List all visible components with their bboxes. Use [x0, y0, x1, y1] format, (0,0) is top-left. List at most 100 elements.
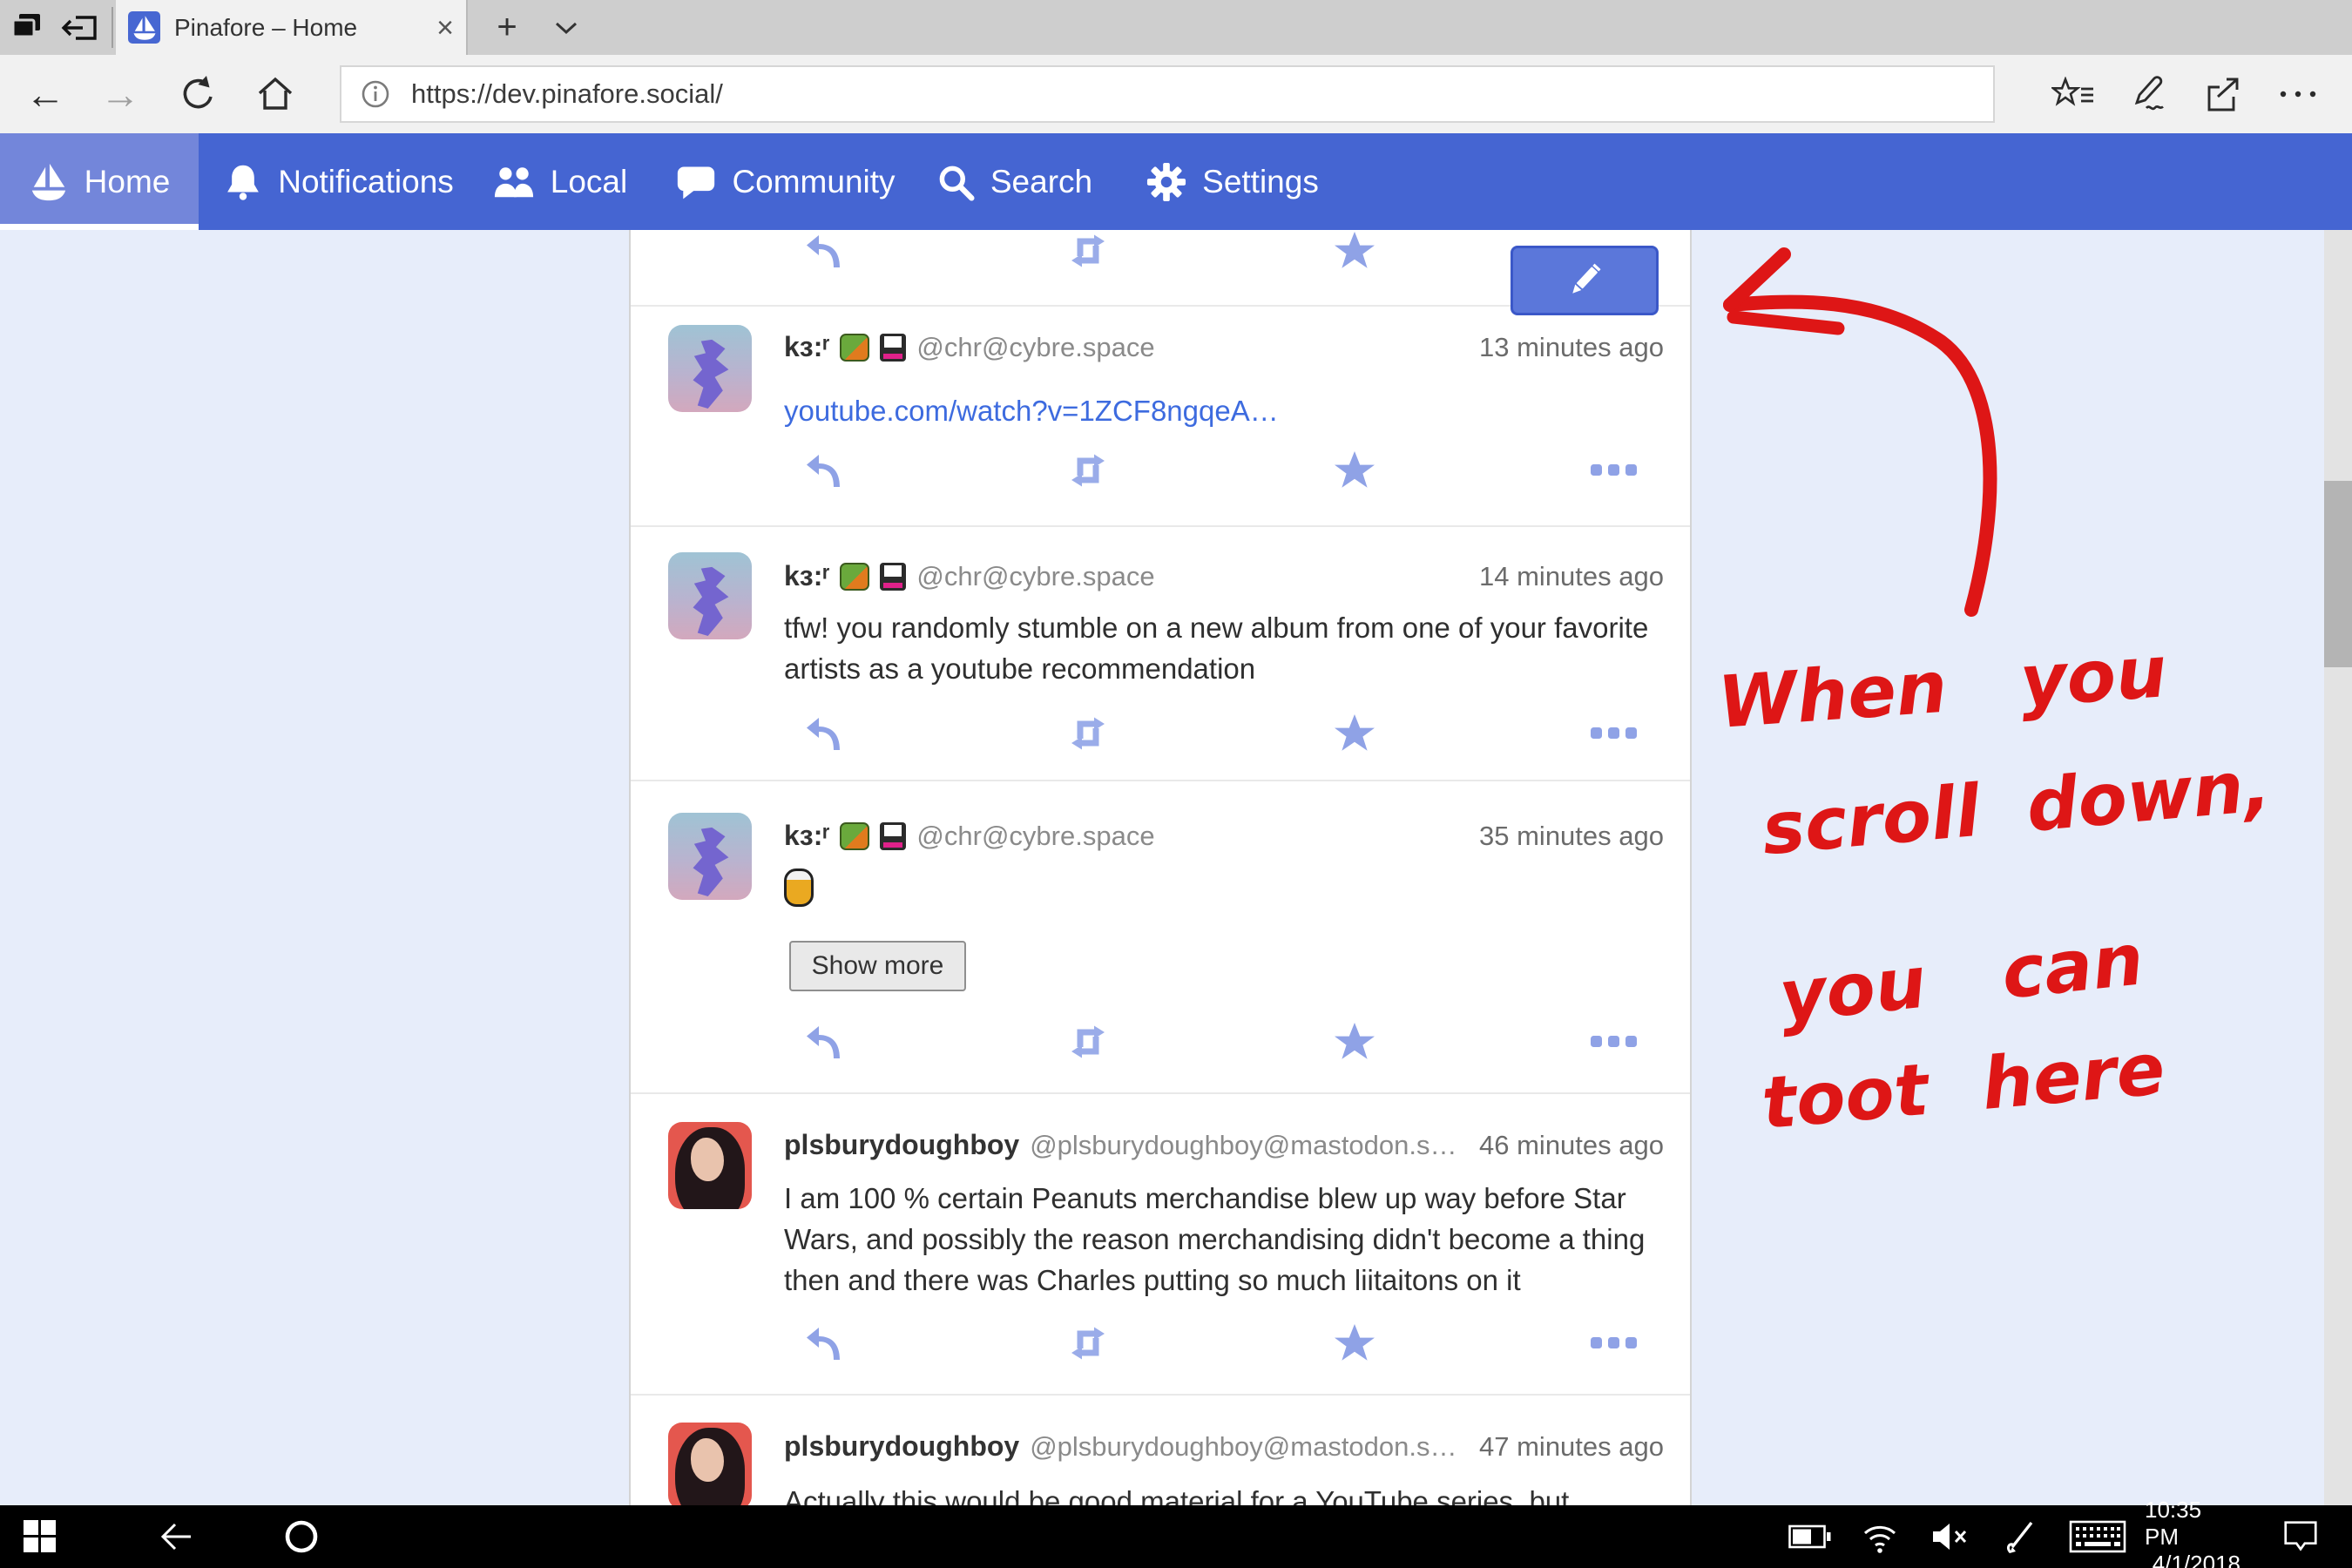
reply-button[interactable]: [798, 230, 850, 272]
beverage-emoji: [784, 868, 814, 907]
favorite-button[interactable]: [1328, 449, 1381, 491]
boost-button[interactable]: [1062, 449, 1114, 491]
muted-speaker-icon: [1929, 1519, 1970, 1554]
windows-logo-icon: [24, 1520, 57, 1553]
settings-more-button[interactable]: [2261, 55, 2335, 133]
avatar[interactable]: [668, 552, 752, 639]
refresh-button[interactable]: [164, 55, 233, 133]
reply-button[interactable]: [798, 1322, 850, 1364]
dragon-emoji: [840, 334, 869, 362]
address-bar[interactable]: https://dev.pinafore.social/: [340, 65, 1995, 123]
display-name[interactable]: plsburydoughboy: [784, 1129, 1019, 1161]
dragon-emoji: [840, 822, 869, 850]
tabs-set-aside-button[interactable]: [54, 0, 106, 55]
taskbar: 10:35 PM 4/1/2018: [0, 1505, 2352, 1568]
nav-label-settings: Settings: [1202, 164, 1319, 200]
back-button[interactable]: ←: [10, 55, 80, 133]
touch-keyboard-button[interactable]: [2061, 1505, 2134, 1568]
tabs-set-aside-icon: [60, 9, 100, 47]
site-info-icon[interactable]: [361, 79, 390, 109]
boost-button[interactable]: [1062, 230, 1114, 272]
favorite-button[interactable]: [1328, 713, 1381, 754]
tab-pinafore-home[interactable]: Pinafore – Home ×: [116, 0, 466, 55]
compose-toot-button[interactable]: [1511, 246, 1659, 315]
nav-item-home[interactable]: Home: [0, 133, 199, 230]
nav-item-local[interactable]: Local: [477, 133, 643, 230]
favorites-button[interactable]: [2037, 55, 2110, 133]
share-button[interactable]: [2186, 55, 2260, 133]
pen-tray-button[interactable]: [1993, 1505, 2049, 1568]
boost-button[interactable]: [1062, 1021, 1114, 1063]
toot-options-button[interactable]: [1587, 449, 1639, 491]
toot-item: kз:ʳ @chr@cybre.space 13 minutes ago you…: [631, 307, 1690, 527]
toot-timestamp[interactable]: 47 minutes ago: [1479, 1431, 1664, 1463]
nav-item-settings[interactable]: Settings: [1132, 133, 1333, 230]
nav-label-notifications: Notifications: [278, 164, 454, 200]
toot-timestamp[interactable]: 13 minutes ago: [1479, 332, 1664, 363]
display-name[interactable]: kз:ʳ: [784, 560, 829, 592]
tab-close-icon[interactable]: ×: [436, 13, 454, 43]
scrollbar-thumb[interactable]: [2324, 481, 2352, 667]
account-handle[interactable]: @chr@cybre.space: [916, 561, 1154, 592]
toot-content-link[interactable]: youtube.com/watch?v=1ZCF8ngqeA…: [784, 395, 1279, 427]
battery-tray-button[interactable]: [1782, 1505, 1838, 1568]
toot-options-button[interactable]: [1587, 713, 1639, 754]
favorite-button[interactable]: [1328, 1021, 1381, 1063]
browser-tab-strip: Pinafore – Home × +: [0, 0, 2352, 55]
nav-item-community[interactable]: Community: [664, 133, 908, 230]
favorite-button[interactable]: [1328, 230, 1381, 272]
screen: Pinafore – Home × + ← →: [0, 0, 2352, 1568]
nav-item-search[interactable]: Search: [925, 133, 1104, 230]
display-name[interactable]: plsburydoughboy: [784, 1430, 1019, 1463]
reply-button[interactable]: [798, 449, 850, 491]
avatar[interactable]: [668, 813, 752, 900]
start-button[interactable]: [9, 1505, 71, 1568]
reply-button[interactable]: [798, 713, 850, 754]
show-more-button[interactable]: Show more: [789, 941, 966, 991]
account-handle[interactable]: @plsburydoughboy@mastodon.s…: [1030, 1130, 1456, 1161]
boost-button[interactable]: [1062, 1322, 1114, 1364]
url-text[interactable]: https://dev.pinafore.social/: [411, 78, 723, 110]
set-tabs-aside-button[interactable]: [2, 0, 54, 55]
scrollbar-track[interactable]: [2324, 230, 2352, 1505]
account-handle[interactable]: @chr@cybre.space: [916, 821, 1154, 852]
reply-button[interactable]: [798, 1021, 850, 1063]
forward-button[interactable]: →: [85, 55, 155, 133]
taskbar-clock[interactable]: 10:35 PM 4/1/2018: [2145, 1505, 2240, 1568]
toot-timestamp[interactable]: 35 minutes ago: [1479, 821, 1664, 852]
favorite-button[interactable]: [1328, 1322, 1381, 1364]
tab-title: Pinafore – Home: [174, 14, 428, 42]
nav-label-search: Search: [990, 164, 1092, 200]
account-handle[interactable]: @chr@cybre.space: [916, 332, 1154, 363]
new-tab-button[interactable]: +: [481, 0, 533, 55]
avatar[interactable]: [668, 1122, 752, 1209]
volume-tray-button[interactable]: [1922, 1505, 1977, 1568]
dragon-emoji: [840, 563, 869, 591]
account-handle[interactable]: @plsburydoughboy@mastodon.s…: [1030, 1431, 1456, 1463]
toot-timestamp[interactable]: 14 minutes ago: [1479, 561, 1664, 592]
wifi-tray-button[interactable]: [1852, 1505, 1908, 1568]
home-button[interactable]: [240, 55, 310, 133]
toot-timestamp[interactable]: 46 minutes ago: [1479, 1130, 1664, 1161]
avatar[interactable]: [668, 325, 752, 412]
touch-keyboard-icon: [2069, 1517, 2126, 1557]
set-tabs-aside-icon: [9, 9, 47, 47]
avatar[interactable]: [668, 1423, 752, 1505]
gear-icon: [1146, 162, 1186, 202]
display-name[interactable]: kз:ʳ: [784, 331, 829, 363]
nav-active-underline: [0, 224, 199, 230]
toot-options-button[interactable]: [1587, 1021, 1639, 1063]
pinafore-favicon: [128, 11, 160, 44]
action-center-button[interactable]: [2270, 1505, 2331, 1568]
web-note-button[interactable]: [2112, 55, 2185, 133]
taskbar-back-button[interactable]: [144, 1505, 206, 1568]
boost-button[interactable]: [1062, 713, 1114, 754]
cortana-button[interactable]: [270, 1505, 333, 1568]
nav-item-notifications[interactable]: Notifications: [213, 133, 465, 230]
display-name[interactable]: kз:ʳ: [784, 820, 829, 852]
tab-preview-chevron-icon[interactable]: [542, 0, 591, 55]
toot-options-button[interactable]: [1587, 1322, 1639, 1364]
home-icon: [254, 73, 296, 115]
tab-divider: [466, 0, 468, 55]
toot-item: kз:ʳ @chr@cybre.space 35 minutes ago Sho…: [631, 781, 1690, 1094]
